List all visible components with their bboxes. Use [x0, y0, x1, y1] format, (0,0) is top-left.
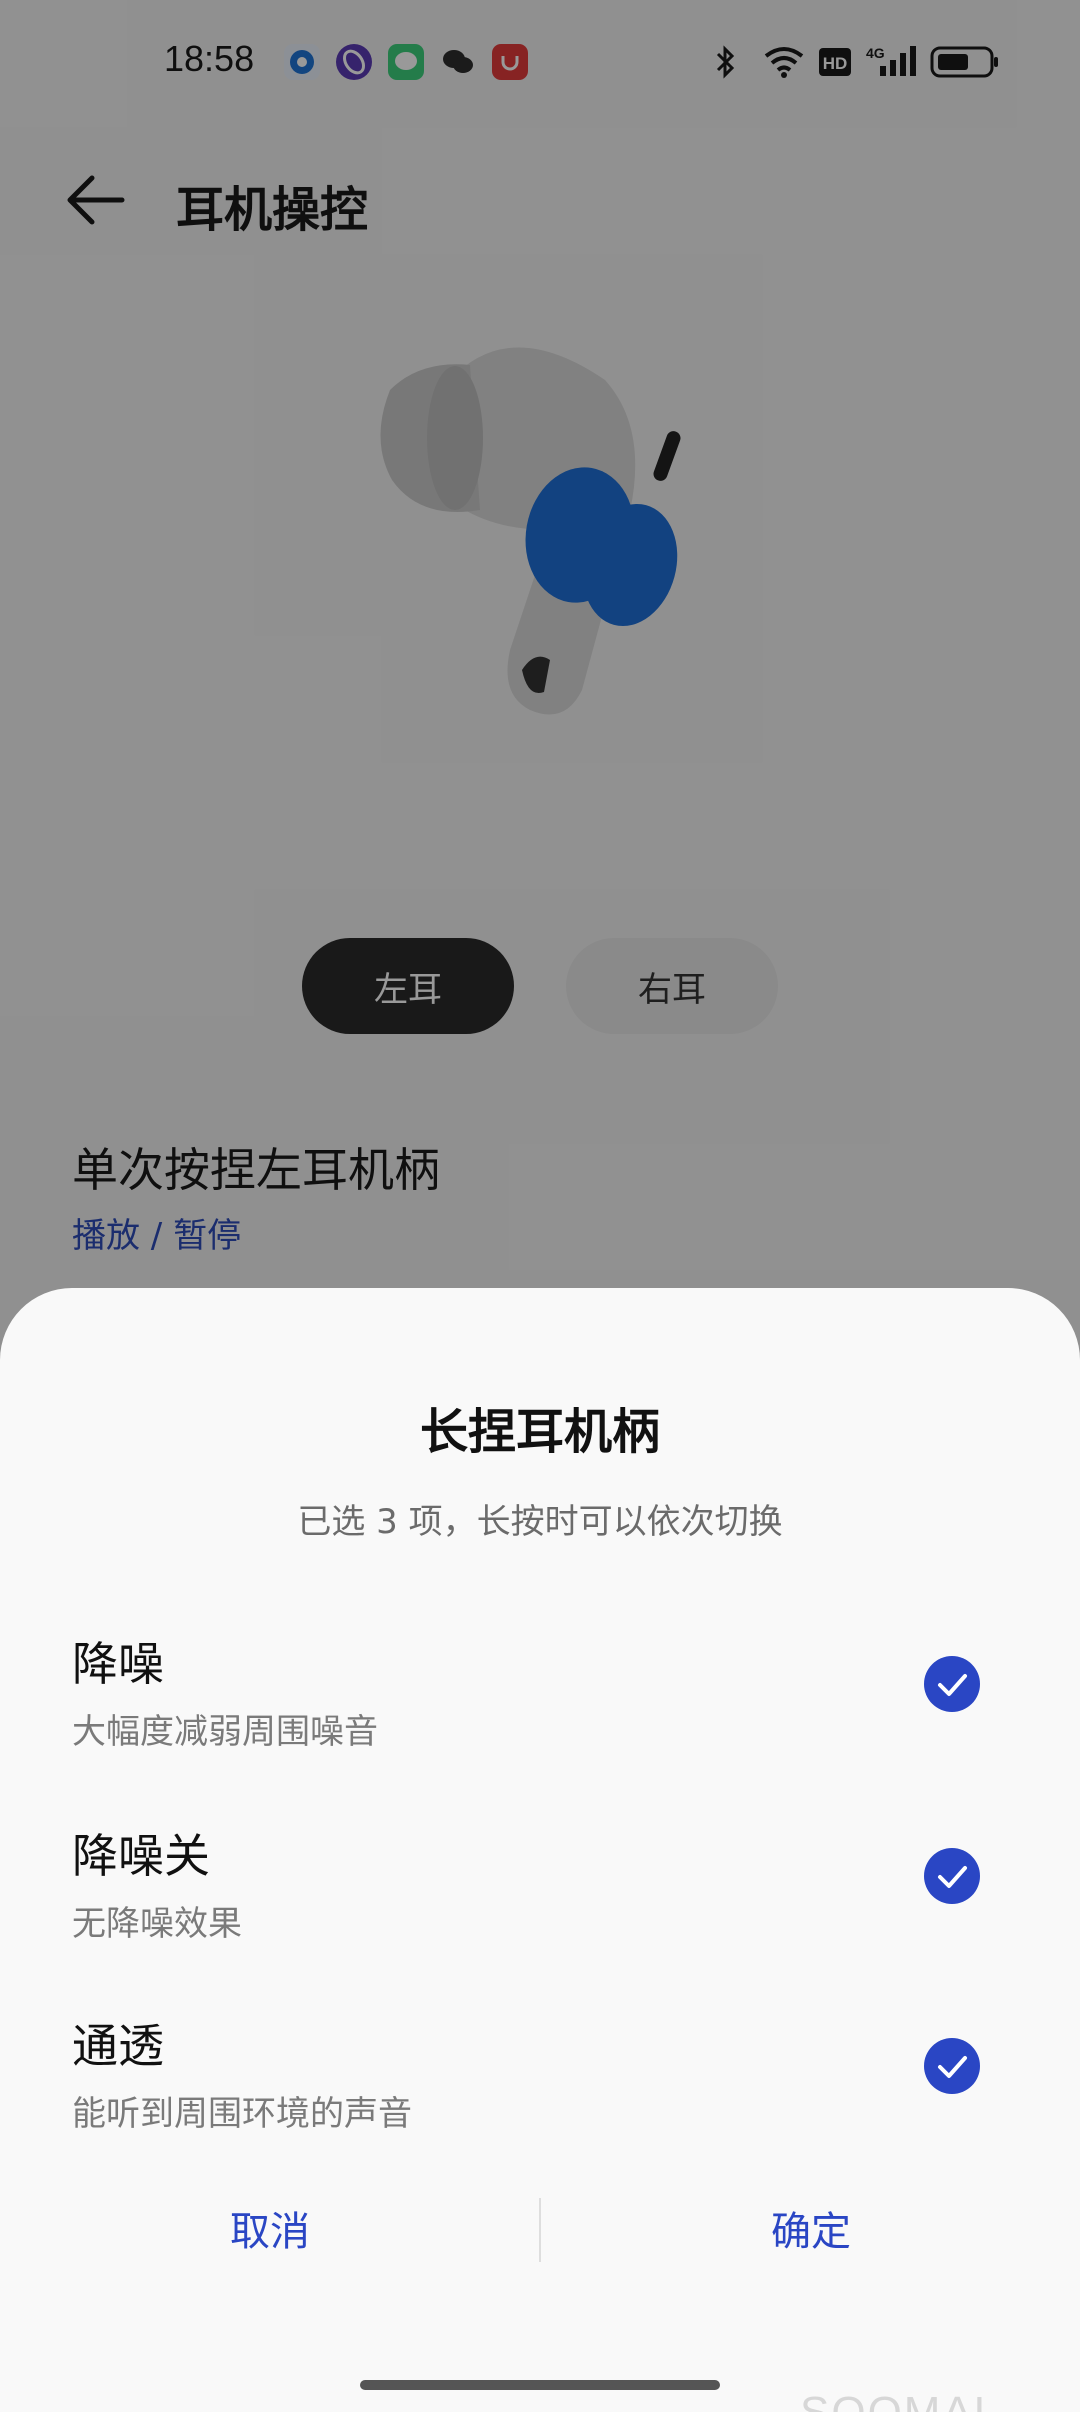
option-title: 通透: [72, 2019, 164, 2073]
option-desc: 能听到周围环境的声音: [72, 2094, 412, 2134]
home-indicator[interactable]: [360, 2380, 720, 2390]
watermark: SOOMAL: [800, 2388, 1000, 2412]
option-desc: 无降噪效果: [72, 1904, 242, 1944]
check-icon: [938, 1674, 967, 1696]
checkbox-checked[interactable]: [924, 1656, 980, 1712]
screen: 18:58 HD 4G 耳机操控 左耳 右耳 单次按捏左耳机柄 播放 / 暂停 …: [0, 0, 1080, 2412]
option-title: 降噪关: [72, 1829, 210, 1883]
confirm-button[interactable]: 确定: [541, 2188, 1080, 2268]
option-transparency[interactable]: 通透 能听到周围环境的声音: [0, 2010, 1080, 2200]
check-icon: [938, 2056, 967, 2078]
check-icon: [938, 1866, 967, 1888]
option-noise-cancelling[interactable]: 降噪 大幅度减弱周围噪音: [0, 1628, 1080, 1818]
option-noise-cancelling-off[interactable]: 降噪关 无降噪效果: [0, 1820, 1080, 2010]
sheet-subtitle: 已选 3 项，长按时可以依次切换: [297, 1502, 783, 1542]
cancel-button[interactable]: 取消: [0, 2188, 540, 2268]
checkbox-checked[interactable]: [924, 2038, 980, 2094]
checkbox-checked[interactable]: [924, 1848, 980, 1904]
long-pinch-sheet: 长捏耳机柄 已选 3 项，长按时可以依次切换 降噪 大幅度减弱周围噪音 降噪关 …: [0, 1288, 1080, 2412]
option-desc: 大幅度减弱周围噪音: [72, 1712, 378, 1752]
sheet-title: 长捏耳机柄: [419, 1404, 660, 1460]
option-title: 降噪: [72, 1637, 164, 1691]
